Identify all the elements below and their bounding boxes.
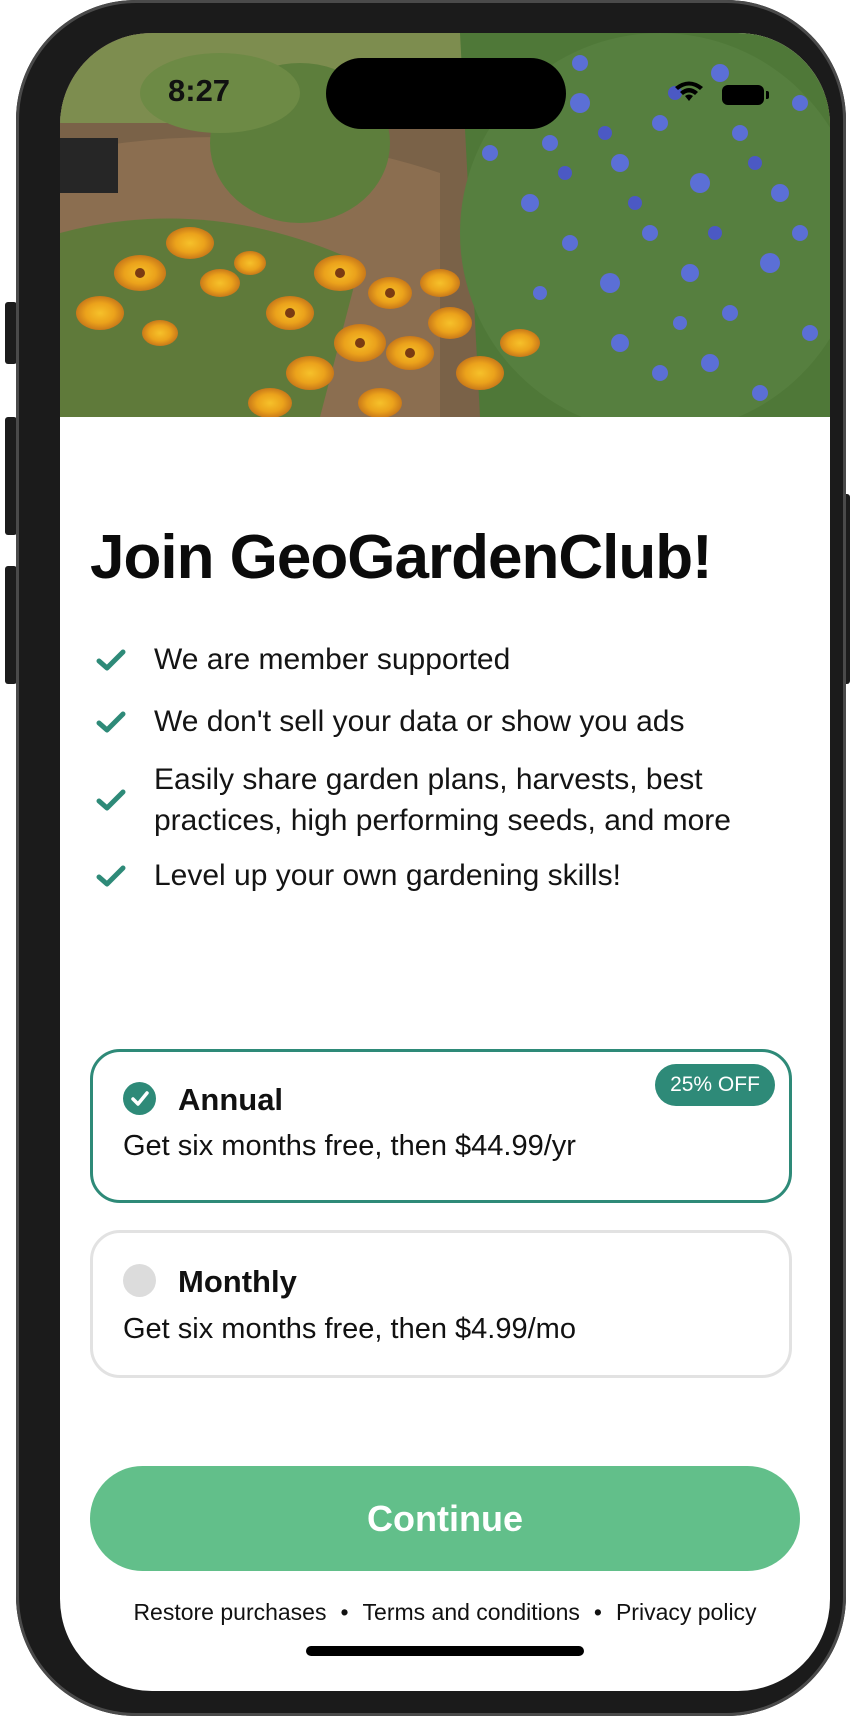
- plan-description: Get six months free, then $44.99/yr: [123, 1130, 576, 1162]
- battery-icon: [722, 84, 769, 105]
- check-icon: [96, 649, 126, 670]
- phone-frame: 8:27 Join GeoGardenClub! We are member s…: [16, 0, 846, 1716]
- plan-name: Annual: [178, 1082, 284, 1117]
- feature-text: We are member supported: [154, 643, 511, 676]
- footer-links: Restore purchases • Terms and conditions • P…: [60, 1599, 830, 1626]
- feature-item: Easily share garden plans, harvests, bes…: [96, 759, 796, 841]
- continue-button[interactable]: Continue: [90, 1466, 800, 1571]
- restore-purchases-link[interactable]: Restore purchases: [133, 1599, 326, 1625]
- terms-link[interactable]: Terms and conditions: [363, 1599, 580, 1625]
- wifi-icon: [674, 81, 704, 108]
- dynamic-island: [326, 58, 566, 129]
- feature-item: Level up your own gardening skills!: [96, 855, 796, 896]
- check-icon: [96, 865, 126, 886]
- home-indicator: [306, 1646, 584, 1656]
- separator: •: [593, 1599, 602, 1625]
- plan-name: Monthly: [178, 1264, 297, 1299]
- radio-unchecked-icon: [123, 1264, 156, 1297]
- feature-text: Easily share garden plans, harvests, bes…: [154, 763, 731, 837]
- plan-option-annual[interactable]: Annual Get six months free, then $44.99/…: [90, 1049, 792, 1203]
- feature-text: We don't sell your data or show you ads: [154, 705, 685, 738]
- status-time: 8:27: [168, 73, 231, 108]
- separator: •: [340, 1599, 349, 1625]
- privacy-link[interactable]: Privacy policy: [616, 1599, 757, 1625]
- plan-option-monthly[interactable]: Monthly Get six months free, then $4.99/…: [90, 1230, 792, 1378]
- check-icon: [96, 789, 126, 811]
- radio-checked-icon: [123, 1082, 156, 1115]
- screen: 8:27 Join GeoGardenClub! We are member s…: [60, 33, 830, 1691]
- feature-text: Level up your own gardening skills!: [154, 859, 621, 892]
- page-title: Join GeoGardenClub!: [90, 523, 713, 592]
- status-icons: [674, 81, 769, 108]
- discount-badge: 25% OFF: [655, 1064, 775, 1106]
- feature-item: We don't sell your data or show you ads: [96, 701, 796, 742]
- plan-description: Get six months free, then $4.99/mo: [123, 1313, 576, 1345]
- check-icon: [96, 711, 126, 732]
- feature-item: We are member supported: [96, 639, 796, 680]
